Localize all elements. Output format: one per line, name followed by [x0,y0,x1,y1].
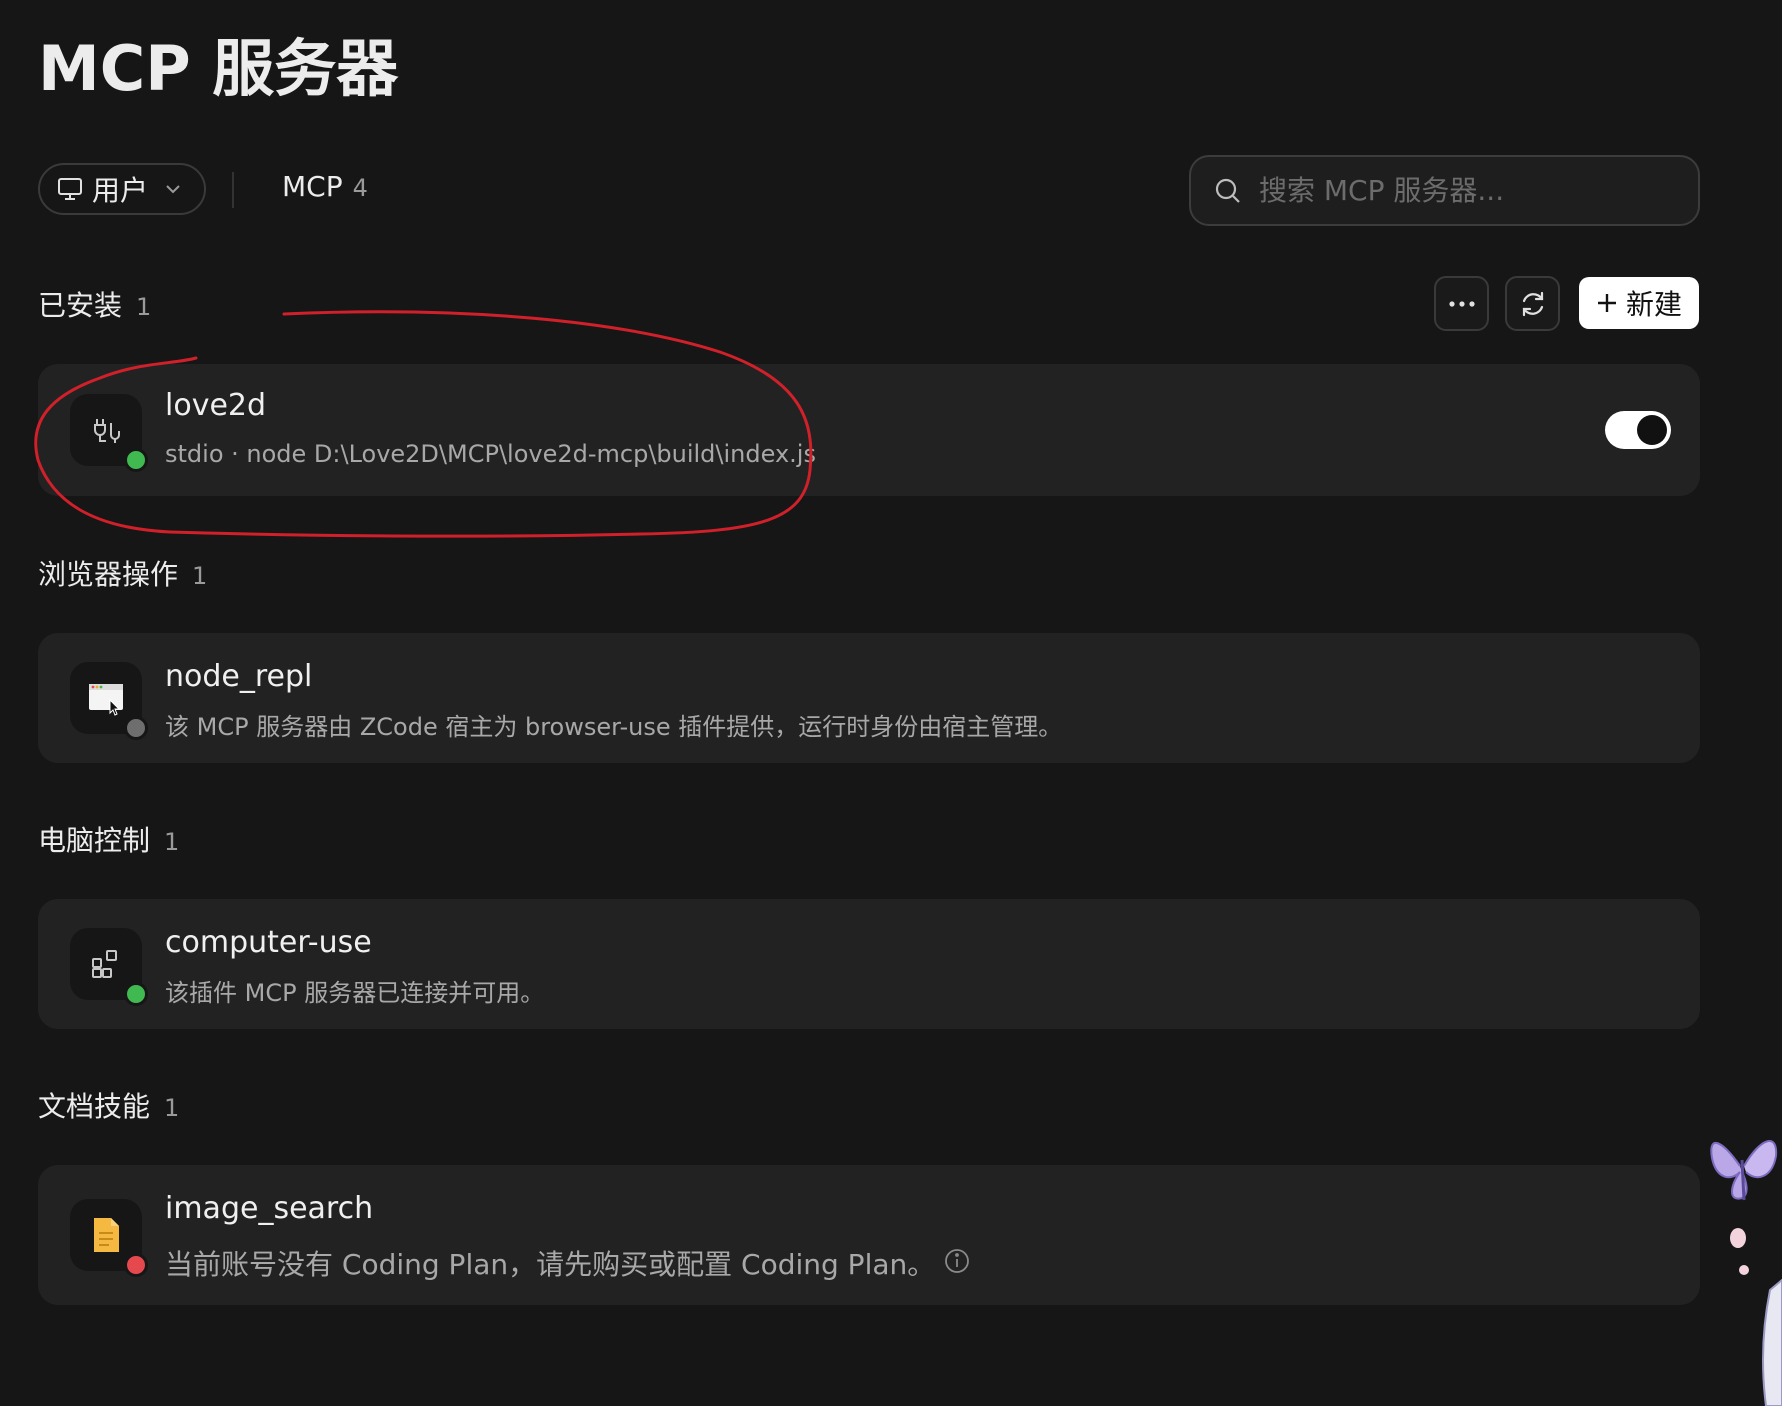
document-icon [94,1218,119,1252]
section-label: 已安装 [38,289,123,322]
server-description: 当前账号没有 Coding Plan，请先购买或配置 Coding Plan。 [165,1248,936,1281]
server-name: node_repl [165,659,313,694]
section-installed-header: 已安装 1 [38,284,151,324]
toolbar-divider [232,172,234,208]
page-title: MCP 服务器 [38,32,399,105]
server-name: image_search [165,1191,374,1226]
refresh-icon [1522,291,1543,316]
section-count: 1 [192,562,208,590]
plug-icon [94,419,120,443]
section-count: 1 [164,1094,180,1122]
refresh-button[interactable] [1505,276,1560,331]
new-button-label: 新建 [1625,288,1682,321]
more-horizontal-icon [1448,300,1475,307]
server-icon-box [70,1199,148,1277]
status-dot-online [124,448,148,472]
more-options-button[interactable] [1434,276,1489,331]
server-name: computer-use [165,925,372,960]
toggle-knob [1637,415,1667,445]
monitor-icon [58,178,82,200]
section-label: 文档技能 [38,1090,151,1123]
mcp-tab-count: 4 [352,174,368,202]
status-dot-idle [124,716,148,740]
server-card-image-search[interactable]: image_search 当前账号没有 Coding Plan，请先购买或配置 … [38,1165,1700,1305]
search-box[interactable] [1189,155,1700,226]
scope-label: 用户 [92,174,149,207]
server-enable-toggle[interactable] [1605,411,1671,449]
scope-dropdown[interactable]: 用户 [38,163,206,215]
section-label: 电脑控制 [38,824,151,857]
mcp-servers-page: MCP 服务器 用户 MCP 4 已安装 1 [0,0,1782,1406]
butterfly-decoration-icon [1710,1140,1782,1406]
chevron-down-icon [166,185,180,194]
status-dot-online [124,982,148,1006]
server-card-node-repl[interactable]: node_repl 该 MCP 服务器由 ZCode 宿主为 browser-u… [38,633,1700,763]
search-icon [1215,178,1240,203]
server-card-computer-use[interactable]: computer-use 该插件 MCP 服务器已连接并可用。 [38,899,1700,1029]
info-icon[interactable] [943,1247,971,1275]
server-icon-box [70,394,148,472]
new-server-button[interactable]: 新建 [1579,277,1699,329]
server-description: 该插件 MCP 服务器已连接并可用。 [165,979,545,1007]
browser-window-icon [89,684,123,716]
apps-grid-icon [92,950,117,978]
server-description: 该 MCP 服务器由 ZCode 宿主为 browser-use 插件提供，运行… [165,713,1063,741]
search-input[interactable] [1257,173,1681,208]
section-document-header: 文档技能 1 [38,1085,179,1125]
mcp-tab-label: MCP [282,170,343,203]
section-browser-header: 浏览器操作 1 [38,553,207,593]
section-label: 浏览器操作 [38,558,179,591]
status-dot-error [124,1253,148,1277]
section-count: 1 [136,293,152,321]
section-computer-header: 电脑控制 1 [38,819,179,859]
server-icon-box [70,662,148,740]
server-card-love2d[interactable]: love2d stdio · node D:\Love2D\MCP\love2d… [38,364,1700,496]
server-name: love2d [165,388,267,423]
mcp-tab[interactable]: MCP 4 [282,170,368,203]
server-icon-box [70,928,148,1006]
section-count: 1 [164,828,180,856]
server-description: stdio · node D:\Love2D\MCP\love2d-mcp\bu… [165,440,816,468]
plus-icon [1597,294,1616,312]
